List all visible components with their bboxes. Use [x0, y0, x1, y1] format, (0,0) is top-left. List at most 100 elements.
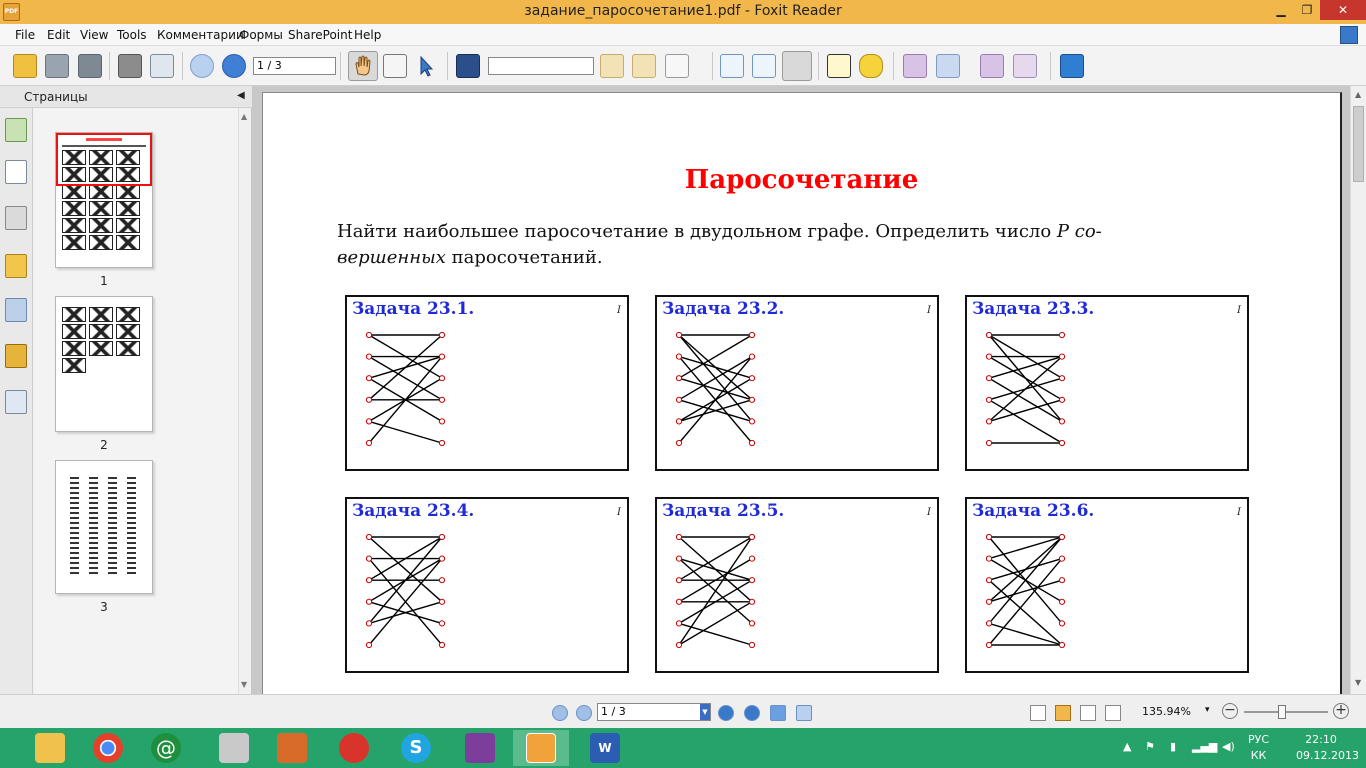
zoom-out-button[interactable]: −	[1222, 703, 1238, 719]
status-page-input[interactable]: 1 / 3 ▼	[597, 703, 711, 721]
prev-page-icon[interactable]	[190, 54, 214, 78]
pdf-combine-icon[interactable]	[980, 54, 1004, 78]
menu-sharepoint[interactable]: SharePoint	[288, 28, 352, 42]
scroll-up-icon[interactable]: ▲	[241, 112, 247, 121]
clock[interactable]: 22:10 09.12.2013	[1296, 732, 1359, 764]
flag-icon[interactable]: ⚑	[1145, 740, 1155, 753]
actual-size-icon[interactable]	[720, 54, 744, 78]
zoom-in-button[interactable]: +	[1333, 703, 1349, 719]
taskbar-chrome[interactable]	[80, 730, 136, 766]
menu-file[interactable]: File	[15, 28, 35, 42]
next-page-icon[interactable]	[718, 705, 734, 721]
zoom-slider-knob[interactable]	[1277, 705, 1286, 719]
page-number-input[interactable]: 1 / 3	[253, 57, 336, 75]
find-next-icon[interactable]	[632, 54, 656, 78]
restore-document-icon[interactable]	[1340, 26, 1358, 44]
select-icon[interactable]	[414, 54, 438, 78]
taskbar-tools[interactable]	[206, 730, 262, 766]
previous-view-icon[interactable]	[770, 705, 786, 721]
thumb-task-cell	[62, 201, 86, 216]
taskbar-skype[interactable]: S	[388, 730, 444, 766]
pdf-convert-icon[interactable]	[936, 54, 960, 78]
print-icon[interactable]	[118, 54, 142, 78]
share-icon[interactable]	[1060, 54, 1084, 78]
scroll-down-icon[interactable]: ▼	[1355, 678, 1361, 687]
find-icon[interactable]	[456, 54, 480, 78]
word-icon: W	[590, 733, 620, 763]
graph-vertex	[985, 331, 993, 339]
hand-tool-icon[interactable]	[348, 51, 378, 81]
menu-help[interactable]: Help	[354, 28, 381, 42]
taskbar-word[interactable]: W	[577, 730, 633, 766]
menu-tools[interactable]: Tools	[117, 28, 147, 42]
taskbar-winrar[interactable]	[452, 730, 508, 766]
taskbar-mail-agent[interactable]: @	[138, 730, 194, 766]
security-icon[interactable]	[5, 344, 27, 368]
taskbar-foxit[interactable]	[513, 730, 569, 766]
close-button[interactable]: ✕	[1320, 0, 1366, 20]
pages-icon[interactable]	[5, 160, 27, 184]
menu-edit[interactable]: Edit	[47, 28, 70, 42]
chevron-down-icon[interactable]: ▼	[700, 704, 710, 720]
signature-icon[interactable]	[5, 390, 27, 414]
zoom-slider-track[interactable]	[1244, 711, 1328, 713]
minimize-button[interactable]: ▁	[1268, 0, 1294, 20]
arrow-up-icon[interactable]: ▲	[1123, 740, 1131, 753]
open-icon[interactable]	[13, 54, 37, 78]
fit-page-icon[interactable]	[752, 54, 776, 78]
typewriter-icon[interactable]	[827, 54, 851, 78]
scroll-up-icon[interactable]: ▲	[1355, 90, 1361, 99]
page-thumbnail-2[interactable]	[55, 296, 153, 432]
collapse-sidebar-icon[interactable]: ◀	[237, 90, 245, 101]
find-prev-icon[interactable]	[600, 54, 624, 78]
select-text-icon[interactable]	[383, 54, 407, 78]
facing-view-icon[interactable]	[1080, 705, 1096, 721]
single-page-view-icon[interactable]	[1030, 705, 1046, 721]
network-icon[interactable]: ▮	[1170, 740, 1176, 753]
first-page-icon[interactable]	[552, 705, 568, 721]
menu-comments[interactable]: Комментарии	[157, 28, 244, 42]
maximize-button[interactable]: ❐	[1294, 0, 1320, 20]
page-thumbnail-1[interactable]	[55, 132, 153, 268]
note-icon[interactable]	[859, 54, 883, 78]
language-indicator[interactable]: РУС КК	[1248, 732, 1269, 764]
last-page-icon[interactable]	[744, 705, 760, 721]
task-title: Задача 23.1.	[352, 299, 475, 319]
scroll-down-icon[interactable]: ▼	[241, 680, 247, 689]
pdf-scan-icon[interactable]	[1013, 54, 1037, 78]
comments-icon[interactable]	[5, 254, 27, 278]
document-view[interactable]: Паросочетание Найти наибольшее паросочет…	[253, 86, 1366, 694]
continuous-facing-view-icon[interactable]	[1105, 705, 1121, 721]
document-scrollbar[interactable]: ▲ ▼	[1350, 86, 1366, 694]
graph-edge	[988, 399, 1063, 423]
visible-area-frame[interactable]	[56, 133, 152, 186]
menu-forms[interactable]: Формы	[239, 28, 283, 42]
pdf-create-icon[interactable]	[903, 54, 927, 78]
zoom-dropdown-icon[interactable]: ▾	[1205, 705, 1210, 715]
zoom-level[interactable]: 135.94%	[1142, 705, 1191, 718]
sidebar-scrollbar[interactable]: ▲ ▼	[238, 108, 251, 694]
layers-icon[interactable]	[5, 206, 27, 230]
save-all-icon[interactable]	[78, 54, 102, 78]
save-icon[interactable]	[45, 54, 69, 78]
scrollbar-thumb[interactable]	[1353, 106, 1364, 182]
taskbar-file-explorer[interactable]	[22, 730, 78, 766]
signal-icon[interactable]: ▂▄▆	[1192, 740, 1217, 753]
graph-edge	[988, 558, 1063, 646]
fit-width-icon[interactable]	[782, 51, 812, 81]
prev-page-icon[interactable]	[576, 705, 592, 721]
taskbar-powerpoint[interactable]	[264, 730, 320, 766]
graph-edge	[368, 420, 443, 444]
attachments-icon[interactable]	[5, 298, 27, 322]
taskbar-app[interactable]	[326, 730, 382, 766]
continuous-view-icon[interactable]	[1055, 705, 1071, 721]
find-input[interactable]	[488, 57, 594, 75]
menu-view[interactable]: View	[80, 28, 108, 42]
fax-icon[interactable]	[150, 54, 174, 78]
find-options-icon[interactable]	[665, 54, 689, 78]
volume-icon[interactable]: ◀)	[1222, 740, 1235, 753]
bookmarks-icon[interactable]	[5, 118, 27, 142]
next-view-icon[interactable]	[796, 705, 812, 721]
page-thumbnail-3[interactable]	[55, 460, 153, 594]
next-page-icon[interactable]	[222, 54, 246, 78]
